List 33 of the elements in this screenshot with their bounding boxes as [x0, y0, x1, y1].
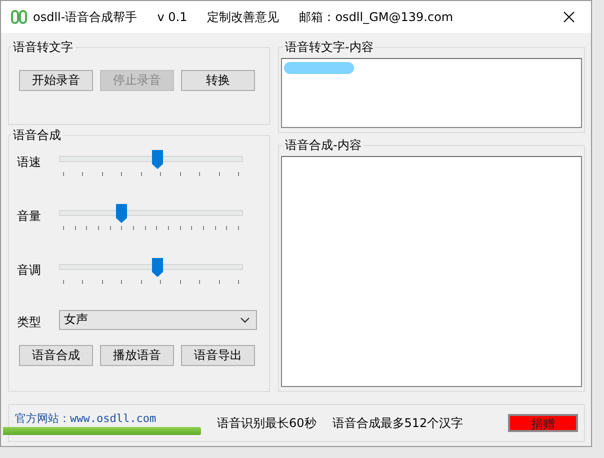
type-label: 类型	[17, 314, 42, 331]
slider-thumb[interactable]	[152, 258, 164, 277]
group-title: 语音转文字	[12, 39, 74, 56]
action-button[interactable]: 播放语音	[100, 345, 174, 366]
group-title: 语音合成	[12, 127, 62, 144]
action-button[interactable]: 开始录音	[19, 70, 93, 91]
slider-thumb[interactable]	[116, 204, 128, 223]
app-logo-icon	[11, 10, 27, 24]
slider[interactable]	[59, 204, 243, 223]
action-button[interactable]: 转换	[181, 70, 255, 91]
version-label: v 0.1	[157, 10, 188, 24]
voice-type-dropdown[interactable]: 女声	[59, 310, 257, 330]
action-button[interactable]: 语音导出	[181, 345, 255, 366]
chevron-down-icon	[240, 316, 250, 322]
email-label: 邮箱：osdll_GM@139.com	[299, 8, 454, 26]
redaction-mark	[284, 62, 354, 74]
donate-button[interactable]: 捐赠	[508, 414, 578, 432]
slider[interactable]	[59, 150, 243, 169]
slider-label: 音调	[17, 262, 42, 279]
window-title: osdll-语音合成帮手	[33, 8, 138, 26]
slider[interactable]	[59, 258, 243, 277]
action-button[interactable]: 语音合成	[19, 345, 93, 366]
info-text: 语音识别最长60秒	[217, 414, 316, 432]
info-text: 语音合成最多512个汉字	[332, 414, 464, 432]
feedback-link[interactable]: 定制改善意见	[207, 8, 280, 26]
close-icon[interactable]	[563, 11, 575, 23]
slider-label: 语速	[17, 154, 42, 171]
group-title: 语音转文字-内容	[284, 39, 374, 56]
group-title: 语音合成-内容	[284, 137, 362, 154]
slider-thumb[interactable]	[152, 150, 164, 169]
website-link[interactable]: 官方网站：www.osdll.com	[15, 411, 201, 426]
slider-label: 音量	[17, 208, 42, 225]
text-area[interactable]	[281, 58, 582, 128]
